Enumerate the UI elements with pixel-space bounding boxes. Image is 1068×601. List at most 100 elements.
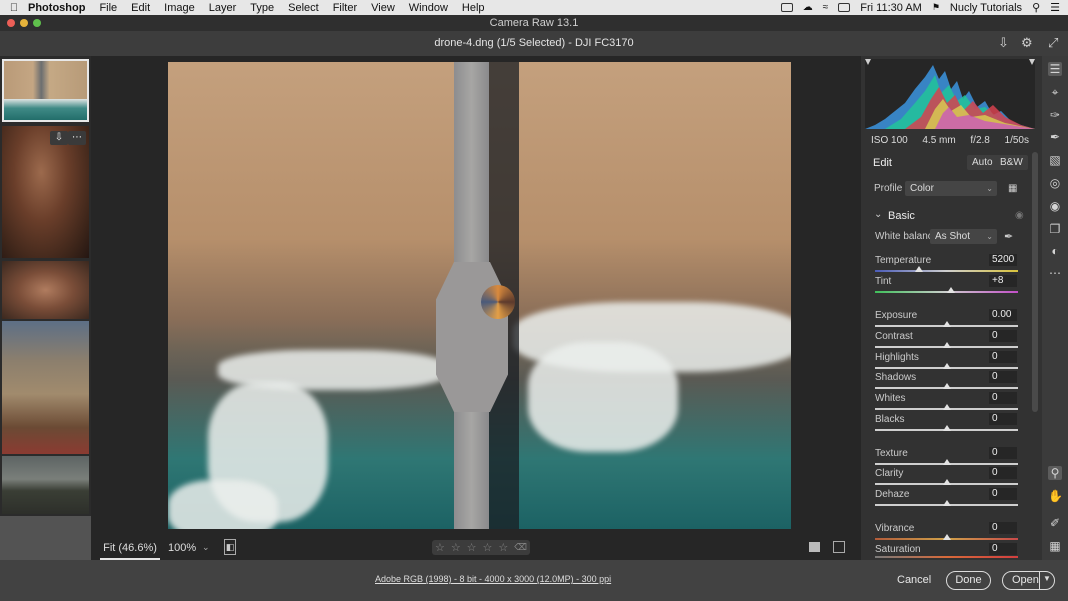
thumb-save-icon[interactable]: ⇩ bbox=[50, 131, 68, 145]
close-window-button[interactable] bbox=[7, 19, 15, 27]
slider-value-input[interactable]: 0 bbox=[989, 543, 1017, 555]
menu-app-name[interactable]: Photoshop bbox=[28, 2, 85, 14]
menu-type[interactable]: Type bbox=[250, 2, 274, 14]
slider-value-input[interactable]: 0 bbox=[989, 392, 1017, 404]
menu-help[interactable]: Help bbox=[462, 2, 485, 14]
white-balance-dropdown[interactable]: As Shot ⌄ bbox=[930, 229, 997, 244]
slider-track[interactable] bbox=[875, 556, 1018, 558]
slider-value-input[interactable]: 0 bbox=[989, 413, 1017, 425]
zoom-100-button[interactable]: 100% bbox=[168, 536, 196, 560]
slider-value-input[interactable]: 0 bbox=[989, 330, 1017, 342]
slider-track[interactable] bbox=[875, 270, 1018, 272]
hand-tool-icon[interactable]: ✋ bbox=[1048, 489, 1063, 503]
menu-edit[interactable]: Edit bbox=[131, 2, 150, 14]
slider-handle[interactable] bbox=[942, 321, 951, 327]
slider-value-input[interactable]: 0 bbox=[989, 447, 1017, 459]
fullscreen-icon[interactable]: ⤢ bbox=[1048, 36, 1058, 50]
snapshots-icon[interactable]: ❐ bbox=[1048, 222, 1062, 236]
delete-trash-icon[interactable]: ⌫ bbox=[514, 542, 527, 553]
healing-brush-icon[interactable]: ✑ bbox=[1048, 108, 1062, 122]
slider-handle[interactable] bbox=[942, 342, 951, 348]
visibility-eye-icon[interactable]: ◉ bbox=[1015, 210, 1024, 221]
open-options-chevron-icon[interactable]: ▼ bbox=[1043, 574, 1051, 583]
menu-clock[interactable]: Fri 11:30 AM bbox=[860, 2, 922, 14]
display-icon[interactable] bbox=[838, 3, 851, 12]
more-options-icon[interactable]: ⋯ bbox=[1048, 266, 1062, 280]
slider-value-input[interactable]: 0 bbox=[989, 488, 1017, 500]
menu-filter[interactable]: Filter bbox=[333, 2, 357, 14]
presets-icon[interactable]: ◐ bbox=[1048, 244, 1062, 258]
slider-handle[interactable] bbox=[942, 363, 951, 369]
filmstrip-thumb-landscape[interactable] bbox=[2, 456, 89, 514]
graduated-filter-icon[interactable]: ▧ bbox=[1048, 153, 1062, 167]
filmstrip-thumb-drone[interactable] bbox=[2, 59, 89, 122]
star-4-icon[interactable]: ☆ bbox=[483, 541, 493, 554]
radial-filter-icon[interactable]: ◎ bbox=[1048, 176, 1062, 190]
menu-image[interactable]: Image bbox=[164, 2, 195, 14]
flag-icon[interactable]: ⚑ bbox=[932, 2, 940, 13]
wifi-icon[interactable]: ≈ bbox=[823, 2, 829, 13]
slider-handle[interactable] bbox=[942, 534, 951, 540]
slider-handle[interactable] bbox=[942, 383, 951, 389]
save-image-icon[interactable]: ⇩ bbox=[998, 36, 1009, 50]
apple-icon[interactable]:  bbox=[0, 2, 28, 14]
slider-value-input[interactable]: 0 bbox=[989, 467, 1017, 479]
crop-icon[interactable]: ⌖ bbox=[1048, 85, 1062, 99]
star-1-icon[interactable]: ☆ bbox=[435, 541, 445, 554]
slider-handle[interactable] bbox=[942, 459, 951, 465]
chevron-down-icon[interactable]: ⌄ bbox=[874, 209, 882, 220]
single-view-icon[interactable] bbox=[809, 542, 820, 552]
menu-layer[interactable]: Layer bbox=[209, 2, 237, 14]
filmstrip-thumb-portrait[interactable]: ⇩ ⋯ bbox=[2, 126, 89, 258]
cancel-button[interactable]: Cancel bbox=[889, 571, 939, 590]
zoom-window-button[interactable] bbox=[33, 19, 41, 27]
edit-sliders-icon[interactable]: ☰ bbox=[1048, 62, 1062, 76]
star-5-icon[interactable]: ☆ bbox=[498, 541, 508, 554]
slider-handle[interactable] bbox=[942, 500, 951, 506]
workflow-options-link[interactable]: Adobe RGB (1998) - 8 bit - 4000 x 3000 (… bbox=[375, 574, 611, 584]
settings-gear-icon[interactable]: ⚙ bbox=[1021, 36, 1033, 50]
menu-window[interactable]: Window bbox=[409, 2, 448, 14]
menu-view[interactable]: View bbox=[371, 2, 395, 14]
menu-user[interactable]: Nucly Tutorials bbox=[950, 2, 1022, 14]
auto-button[interactable]: Auto bbox=[967, 155, 998, 170]
basic-section-header[interactable]: ⌄ Basic ◉ bbox=[865, 207, 1035, 225]
menu-file[interactable]: File bbox=[99, 2, 117, 14]
bw-button[interactable]: B&W bbox=[995, 155, 1028, 170]
control-center-icon[interactable]: ☰ bbox=[1050, 1, 1060, 14]
fit-zoom-button[interactable]: Fit (46.6%) bbox=[100, 536, 160, 560]
slider-value-input[interactable]: 5200 bbox=[989, 254, 1017, 266]
grid-overlay-icon[interactable]: ▦ bbox=[1048, 539, 1062, 553]
slider-value-input[interactable]: +8 bbox=[989, 275, 1017, 287]
slider-value-input[interactable]: 0.00 bbox=[989, 309, 1017, 321]
filmstrip-thumb-face[interactable] bbox=[2, 261, 89, 319]
slider-handle[interactable] bbox=[915, 266, 924, 272]
slider-handle[interactable] bbox=[946, 287, 955, 293]
drone-beach-photo[interactable] bbox=[168, 62, 791, 529]
slider-value-input[interactable]: 0 bbox=[989, 351, 1017, 363]
profile-browser-grid-icon[interactable]: ▦ bbox=[1008, 183, 1019, 194]
filmstrip-thumb-building[interactable] bbox=[2, 321, 89, 454]
slider-handle[interactable] bbox=[942, 425, 951, 431]
panel-scrollbar[interactable] bbox=[1032, 152, 1038, 412]
thumb-more-icon[interactable]: ⋯ bbox=[68, 131, 86, 145]
menu-select[interactable]: Select bbox=[288, 2, 319, 14]
zoom-dropdown-icon[interactable]: ⌄ bbox=[202, 542, 210, 553]
star-2-icon[interactable]: ☆ bbox=[451, 541, 461, 554]
adjustment-brush-icon[interactable]: ✒ bbox=[1048, 130, 1062, 144]
screen-record-icon[interactable] bbox=[780, 3, 793, 12]
slider-handle[interactable] bbox=[942, 404, 951, 410]
star-3-icon[interactable]: ☆ bbox=[467, 541, 477, 554]
slider-value-input[interactable]: 0 bbox=[989, 522, 1017, 534]
creative-cloud-icon[interactable]: ☁ bbox=[803, 2, 813, 13]
slider-handle[interactable] bbox=[942, 479, 951, 485]
spotlight-search-icon[interactable]: ⚲ bbox=[1032, 1, 1040, 14]
before-after-toggle-icon[interactable]: ◧ bbox=[224, 539, 236, 555]
done-button[interactable]: Done bbox=[946, 571, 991, 590]
eyedropper-icon[interactable]: ✒ bbox=[1004, 230, 1013, 243]
minimize-window-button[interactable] bbox=[20, 19, 28, 27]
sampler-tool-icon[interactable]: ✐ bbox=[1048, 516, 1062, 530]
zoom-tool-icon[interactable]: ⚲ bbox=[1048, 466, 1062, 480]
profile-dropdown[interactable]: Color ⌄ bbox=[905, 181, 997, 196]
compare-view-icon[interactable] bbox=[833, 541, 845, 553]
